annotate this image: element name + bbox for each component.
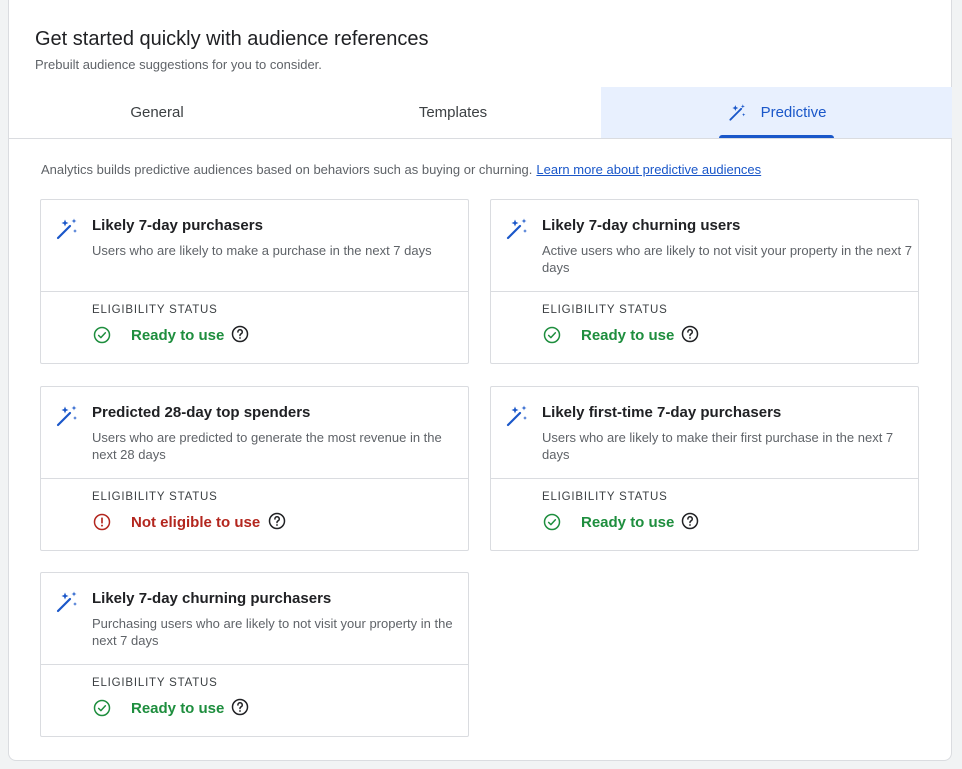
card-title: Likely 7-day churning purchasers <box>92 590 332 607</box>
panel-header: Get started quickly with audience refere… <box>35 26 429 72</box>
tab-general[interactable]: General <box>9 87 305 138</box>
check-circle-icon <box>93 326 111 344</box>
learn-more-link[interactable]: Learn more about predictive audiences <box>536 162 761 177</box>
audience-card[interactable]: Likely 7-day churning purchasers Purchas… <box>40 572 469 737</box>
status-text: Ready to use <box>131 700 225 717</box>
status-text: Not eligible to use <box>131 514 261 531</box>
intro-text: Analytics builds predictive audiences ba… <box>41 162 761 177</box>
status-text: Ready to use <box>581 327 675 344</box>
tab-predictive-label: Predictive <box>760 104 827 121</box>
check-circle-icon <box>93 699 111 717</box>
panel-subtitle: Prebuilt audience suggestions for you to… <box>35 57 322 72</box>
card-title: Likely 7-day churning users <box>542 217 741 234</box>
tab-bar: General Templates Predictive <box>9 87 952 139</box>
status-text: Ready to use <box>131 327 225 344</box>
tab-general-label: General <box>130 104 184 121</box>
card-description: Active users who are likely to not visit… <box>542 243 912 275</box>
error-circle-icon <box>93 513 111 531</box>
audience-card[interactable]: Likely 7-day purchasers Users who are li… <box>40 199 469 364</box>
magic-wand-icon <box>56 405 77 427</box>
eligibility-label: ELIGIBILITY STATUS <box>542 491 668 503</box>
audience-card[interactable]: Likely 7-day churning users Active users… <box>490 199 919 364</box>
audience-references-panel: Get started quickly with audience refere… <box>8 0 952 761</box>
card-description: Purchasing users who are likely to not v… <box>92 616 453 648</box>
tab-predictive[interactable]: Predictive <box>601 87 952 138</box>
help-icon[interactable] <box>681 512 699 530</box>
magic-wand-icon <box>506 218 527 240</box>
help-icon[interactable] <box>231 698 249 716</box>
card-title: Likely first-time 7-day purchasers <box>542 404 782 421</box>
tab-templates[interactable]: Templates <box>305 87 601 138</box>
magic-wand-icon <box>506 405 527 427</box>
help-icon[interactable] <box>681 325 699 343</box>
check-circle-icon <box>543 513 561 531</box>
audience-card[interactable]: Likely first-time 7-day purchasers Users… <box>490 386 919 551</box>
active-tab-indicator <box>719 135 834 138</box>
card-description: Users who are likely to make a purchase … <box>92 243 432 258</box>
help-icon[interactable] <box>268 512 286 530</box>
magic-wand-icon <box>56 591 77 613</box>
panel-title: Get started quickly with audience refere… <box>35 28 429 50</box>
tab-templates-label: Templates <box>418 104 488 121</box>
magic-wand-icon <box>56 218 77 240</box>
eligibility-label: ELIGIBILITY STATUS <box>92 491 218 503</box>
card-description: Users who are likely to make their first… <box>542 430 894 462</box>
card-title: Predicted 28-day top spenders <box>92 404 311 421</box>
card-description: Users who are predicted to generate the … <box>92 430 442 462</box>
magic-wand-icon <box>728 103 745 121</box>
check-circle-icon <box>543 326 561 344</box>
card-title: Likely 7-day purchasers <box>92 217 263 234</box>
help-icon[interactable] <box>231 325 249 343</box>
audience-card[interactable]: Predicted 28-day top spenders Users who … <box>40 386 469 551</box>
eligibility-label: ELIGIBILITY STATUS <box>542 304 668 316</box>
eligibility-label: ELIGIBILITY STATUS <box>92 304 218 316</box>
intro-description: Analytics builds predictive audiences ba… <box>41 162 533 177</box>
status-text: Ready to use <box>581 514 675 531</box>
eligibility-label: ELIGIBILITY STATUS <box>92 677 218 689</box>
